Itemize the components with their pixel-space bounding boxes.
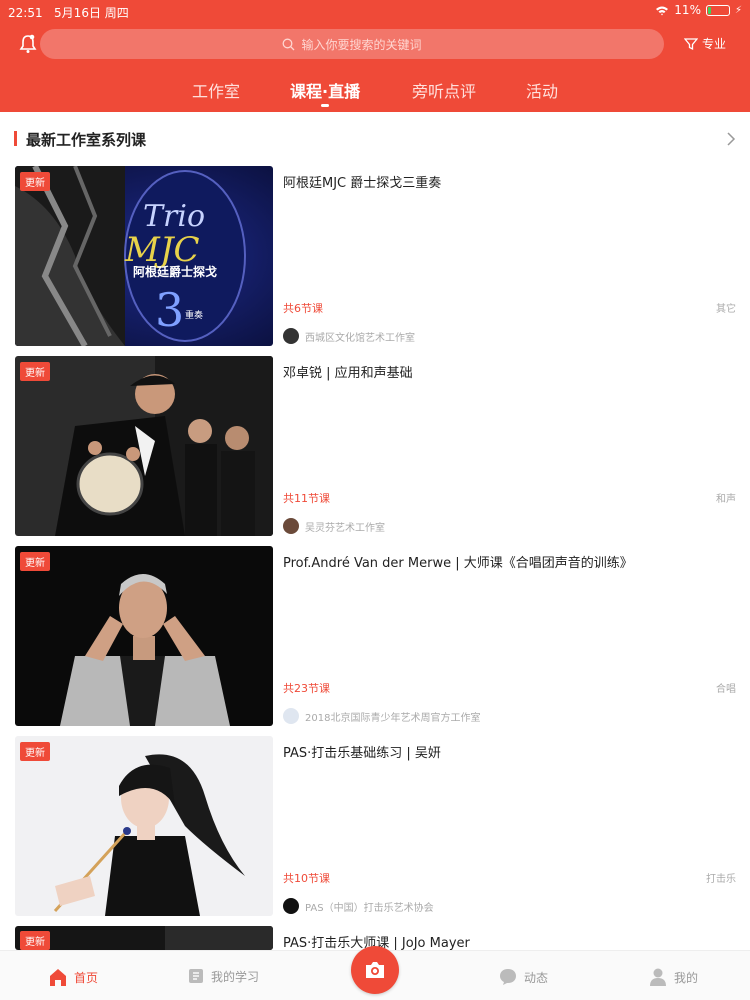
nav-home-label: 首页 [74, 970, 99, 985]
studio-name: 西城区文化馆艺术工作室 [305, 332, 415, 344]
nav-feed[interactable]: 动态 [498, 967, 548, 987]
course-title: 邓卓锐 | 应用和声基础 [283, 366, 413, 381]
nav-my-learning[interactable]: 我的学习 [187, 967, 259, 985]
tab-indicator [321, 104, 330, 107]
thumb-title-text: 阿根廷爵士探戈 [133, 264, 217, 279]
course-item[interactable]: 更新 Prof.André Van der Merwe | 大师课《合唱团声音的… [0, 546, 750, 736]
person-icon [650, 968, 666, 986]
nav-profile[interactable]: 我的 [648, 967, 698, 987]
tab-activity[interactable]: 活动 [526, 78, 558, 102]
top-tabs: 工作室 课程·直播 旁听点评 活动 [0, 78, 750, 108]
section-accent [14, 131, 17, 146]
status-time: 22:51 5月16日 周四 [8, 6, 129, 20]
course-thumbnail: 更新 [15, 926, 273, 950]
course-item[interactable]: 更新 PAS·打击乐基础练习 | 吴妍 共10节课 打击乐 PAS（中国）打击乐… [0, 736, 750, 926]
wifi-icon [656, 6, 669, 15]
search-icon [283, 38, 295, 50]
course-thumbnail: Trio MJC 阿根廷爵士探戈 3 重奏 更新 [15, 166, 273, 346]
filter-label: 专业 [701, 37, 726, 51]
nav-my-learning-label: 我的学习 [211, 969, 260, 984]
course-category: 和声 [716, 494, 736, 505]
search-input[interactable]: 输入你要搜索的关键词 [40, 29, 664, 59]
filter-icon [683, 37, 698, 50]
course-thumbnail: 更新 [15, 356, 273, 536]
tab-course-live[interactable]: 课程·直播 [290, 78, 360, 107]
course-title: Prof.André Van der Merwe | 大师课《合唱团声音的训练》 [283, 556, 633, 571]
status-bar: 22:51 5月16日 周四 11% ⚡ [0, 0, 750, 22]
book-icon [189, 969, 203, 983]
search-placeholder: 输入你要搜索的关键词 [301, 37, 422, 52]
course-thumbnail: 更新 [15, 736, 273, 916]
update-badge: 更新 [20, 931, 50, 950]
course-item[interactable]: 更新 邓卓锐 | 应用和声基础 共11节课 和声 吴灵芬艺术工作室 [0, 356, 750, 546]
studio-info[interactable]: 2018北京国际青少年艺术周官方工作室 [283, 708, 480, 724]
bell-icon[interactable] [17, 33, 39, 55]
nav-home[interactable]: 首页 [48, 967, 98, 987]
thumb-sub-text: 重奏 [185, 309, 203, 321]
nav-feed-label: 动态 [524, 970, 549, 985]
nav-profile-label: 我的 [674, 970, 699, 985]
studio-avatar [283, 518, 299, 534]
lesson-count: 共23节课 [283, 682, 330, 695]
home-icon [50, 969, 66, 986]
status-date: 5月16日 周四 [54, 6, 129, 20]
tab-studio[interactable]: 工作室 [192, 78, 240, 102]
filter-button[interactable]: 专业 [683, 35, 726, 52]
app-header: 22:51 5月16日 周四 11% ⚡ 输入你要搜索的关键词 专业 工作室 课… [0, 0, 750, 112]
lesson-count: 共10节课 [283, 872, 330, 885]
update-badge: 更新 [20, 552, 50, 571]
tab-audit-review[interactable]: 旁听点评 [412, 78, 476, 102]
studio-avatar [283, 898, 299, 914]
update-badge: 更新 [20, 362, 50, 381]
studio-avatar [283, 328, 299, 344]
chat-bubble-icon [500, 969, 516, 985]
chevron-right-icon[interactable] [726, 132, 736, 146]
studio-name: PAS（中国）打击乐艺术协会 [305, 902, 434, 914]
course-category: 打击乐 [706, 874, 736, 885]
camera-icon [366, 962, 384, 978]
section-header[interactable]: 最新工作室系列课 [0, 112, 750, 160]
studio-name: 吴灵芬艺术工作室 [305, 522, 385, 534]
studio-avatar [283, 708, 299, 724]
section-title: 最新工作室系列课 [26, 131, 147, 149]
charging-icon: ⚡ [734, 4, 742, 16]
studio-info[interactable]: 吴灵芬艺术工作室 [283, 518, 385, 534]
battery-percent: 11% [674, 3, 701, 17]
course-title: 阿根廷MJC 爵士探戈三重奏 [283, 176, 442, 191]
svg-text:MJC: MJC [124, 230, 199, 270]
update-badge: 更新 [20, 742, 50, 761]
svg-text:Trio: Trio [143, 199, 205, 234]
course-category: 合唱 [716, 684, 736, 695]
battery-icon [705, 4, 730, 16]
studio-info[interactable]: PAS（中国）打击乐艺术协会 [283, 898, 434, 914]
lesson-count: 共11节课 [283, 492, 330, 505]
update-badge: 更新 [20, 172, 50, 191]
svg-text:3: 3 [155, 283, 184, 337]
camera-button[interactable] [351, 946, 399, 994]
studio-name: 2018北京国际青少年艺术周官方工作室 [305, 712, 481, 724]
status-right: 11% ⚡ [655, 3, 742, 17]
course-title: PAS·打击乐基础练习 | 吴妍 [283, 746, 441, 761]
course-thumbnail: 更新 [15, 546, 273, 726]
course-category: 其它 [716, 304, 736, 315]
lesson-count: 共6节课 [283, 302, 323, 315]
course-item[interactable]: Trio MJC 阿根廷爵士探戈 3 重奏 更新 阿根廷MJC 爵士探戈三重奏 … [0, 166, 750, 356]
studio-info[interactable]: 西城区文化馆艺术工作室 [283, 328, 415, 344]
